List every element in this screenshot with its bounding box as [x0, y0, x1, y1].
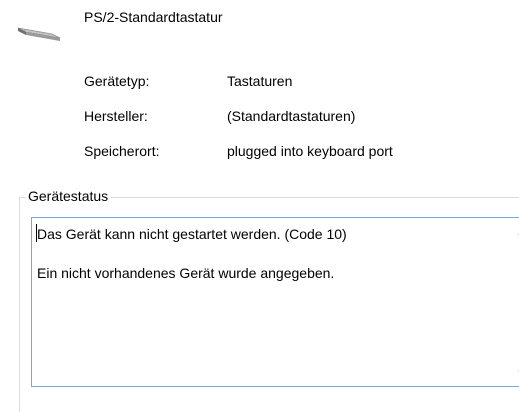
device-type-value: Tastaturen	[227, 73, 293, 89]
device-properties-general: PS/2-Standardtastatur Gerätetyp: Tastatu…	[0, 0, 519, 412]
keyboard-icon	[16, 22, 62, 44]
status-line-1: Das Gerät kann nicht gestartet werden. (…	[37, 226, 347, 242]
device-status-textbox[interactable]: Das Gerät kann nicht gestartet werden. (…	[31, 217, 519, 387]
status-line-2: Ein nicht vorhandenes Gerät wurde angege…	[37, 265, 335, 281]
manufacturer-value: (Standardtastaturen)	[227, 108, 356, 124]
device-name: PS/2-Standardtastatur	[84, 9, 223, 25]
manufacturer-label: Hersteller:	[84, 108, 148, 124]
location-value: plugged into keyboard port	[227, 143, 393, 159]
location-label: Speicherort:	[84, 143, 160, 159]
device-type-label: Gerätetyp:	[84, 73, 150, 89]
device-status-group-title: Gerätestatus	[26, 187, 112, 205]
